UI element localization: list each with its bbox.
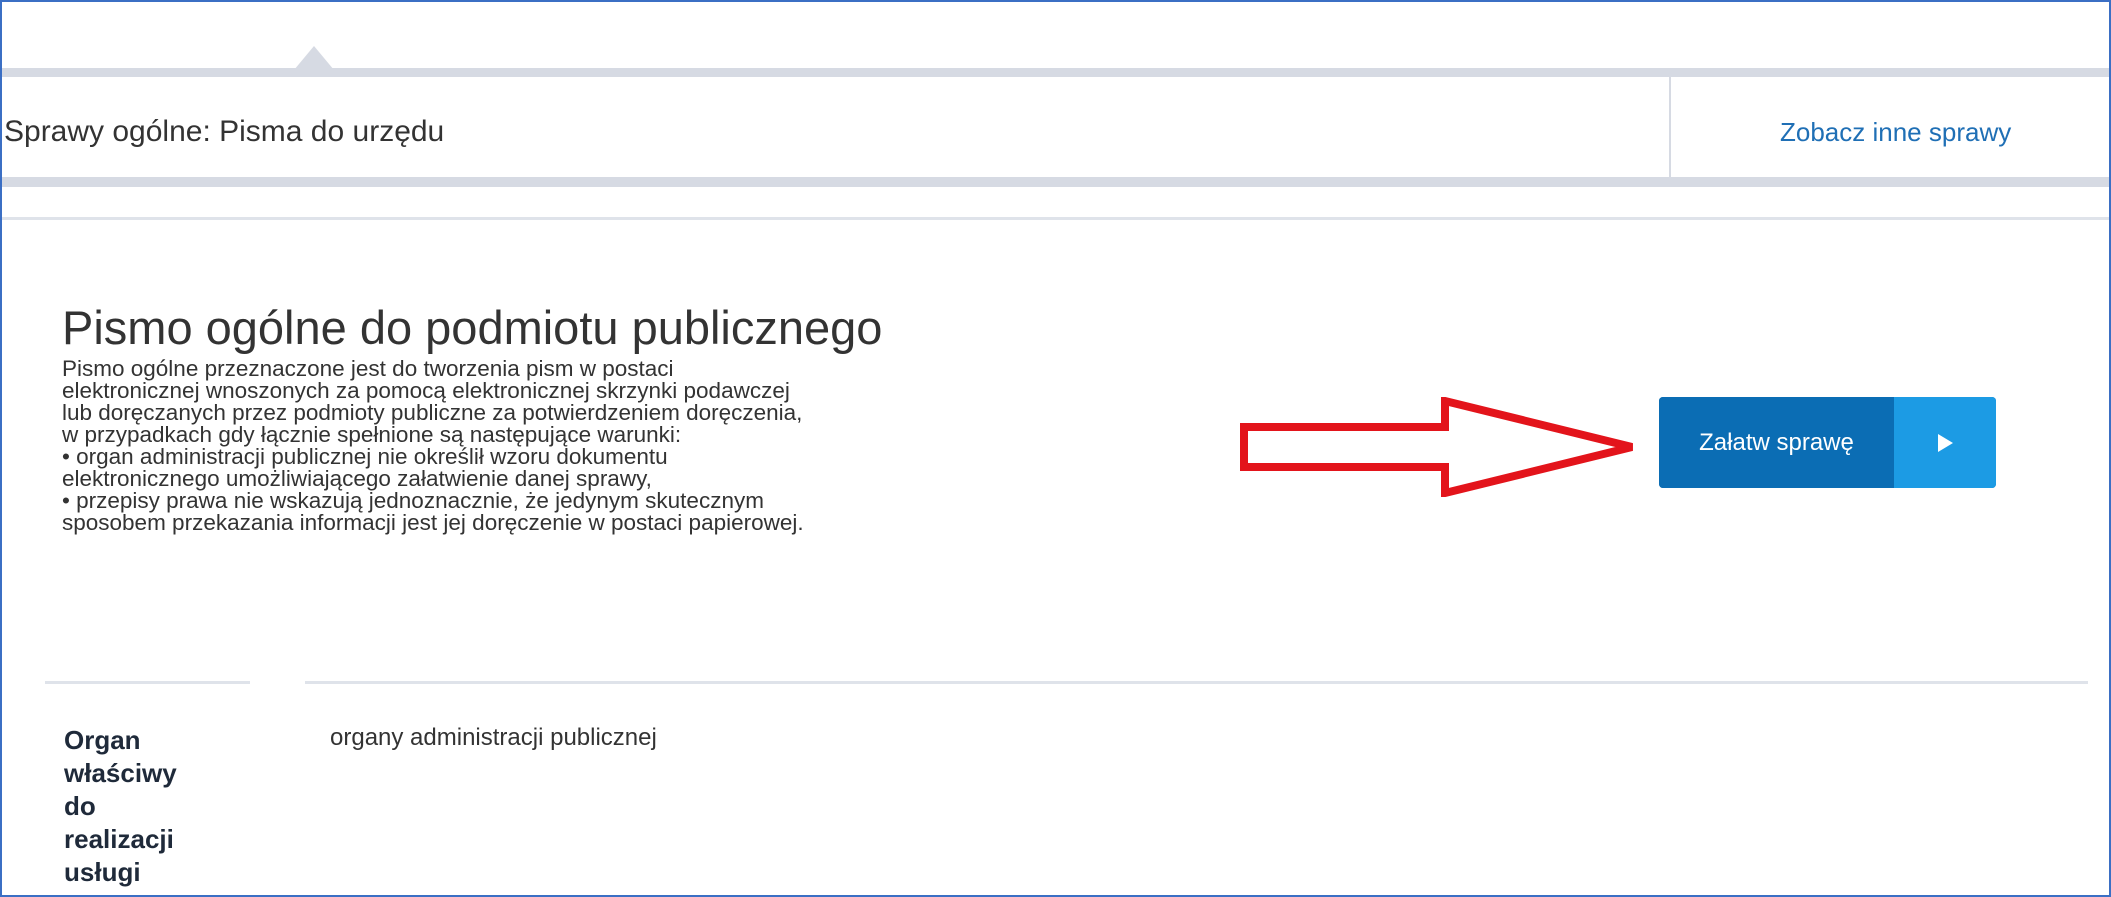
header-bottom-band — [2, 177, 2109, 187]
description-line: sposobem przekazania informacji jest jej… — [62, 510, 804, 535]
service-description: Pismo ogólne przeznaczone jest do tworze… — [62, 356, 1022, 535]
description-line: lub doręczanych przez podmioty publiczne… — [62, 400, 803, 425]
organ-label: Organ właściwy do realizacji usługi — [64, 724, 224, 889]
handle-case-button-label: Załatw sprawę — [1659, 397, 1894, 488]
top-band — [2, 68, 2109, 77]
details-divider-right — [305, 681, 2088, 684]
header-divider — [1669, 77, 1671, 177]
description-line: Pismo ogólne przeznaczone jest do tworze… — [62, 356, 674, 381]
organ-label-line: właściwy — [64, 758, 177, 788]
page-header: Sprawy ogólne: Pisma do urzędu Zobacz in… — [2, 77, 2109, 177]
section-divider — [2, 217, 2109, 220]
tab-notch — [294, 46, 334, 70]
organ-label-line: realizacji — [64, 824, 174, 854]
details-divider-left — [45, 681, 250, 684]
page-frame: Sprawy ogólne: Pisma do urzędu Zobacz in… — [0, 0, 2111, 897]
organ-label-line: Organ — [64, 725, 141, 755]
arrow-shape — [1240, 397, 1633, 497]
handle-case-button[interactable]: Załatw sprawę — [1659, 397, 1996, 488]
play-icon-glyph — [1938, 433, 1953, 452]
description-line: • przepisy prawa nie wskazują jednoznacz… — [62, 488, 764, 513]
service-title: Pismo ogólne do podmiotu publicznego — [62, 301, 883, 354]
play-icon — [1894, 397, 1996, 488]
organ-value: organy administracji publicznej — [330, 724, 657, 751]
description-line: • organ administracji publicznej nie okr… — [62, 444, 668, 469]
description-line: w przypadkach gdy łącznie spełnione są n… — [62, 422, 682, 447]
other-cases-link[interactable]: Zobacz inne sprawy — [1780, 117, 2011, 148]
red-arrow-icon — [1240, 397, 1633, 497]
organ-label-line: usługi — [64, 857, 141, 887]
page-title: Sprawy ogólne: Pisma do urzędu — [4, 115, 445, 148]
description-line: elektronicznej wnoszonych za pomocą elek… — [62, 378, 790, 403]
organ-label-line: do — [64, 791, 96, 821]
description-line: elektronicznego umożliwiającego załatwie… — [62, 466, 652, 491]
